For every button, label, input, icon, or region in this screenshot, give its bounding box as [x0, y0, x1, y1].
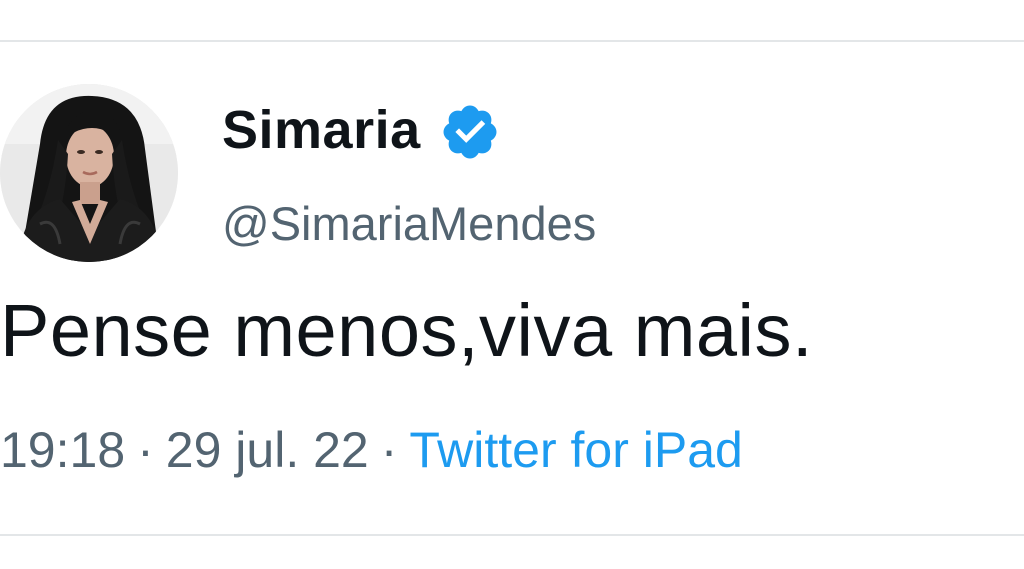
- verified-badge-icon: [439, 101, 501, 163]
- author-name-row: Simaria: [222, 98, 501, 162]
- tweet-meta: 19:18 · 29 jul. 22 · Twitter for iPad: [0, 421, 743, 479]
- meta-separator: ·: [137, 422, 154, 478]
- tweet-time[interactable]: 19:18: [0, 422, 125, 478]
- avatar-photo: [0, 84, 178, 262]
- divider-top: [0, 40, 1024, 42]
- tweet-date[interactable]: 29 jul. 22: [166, 422, 369, 478]
- meta-separator: ·: [380, 422, 398, 478]
- author-display-name[interactable]: Simaria: [222, 99, 421, 161]
- tweet-source-link[interactable]: Twitter for iPad: [409, 422, 742, 478]
- avatar[interactable]: [0, 84, 178, 262]
- author-handle[interactable]: @SimariaMendes: [222, 196, 596, 251]
- tweet-text: Pense menos,viva mais.: [0, 289, 814, 372]
- divider-bottom: [0, 534, 1024, 536]
- tweet-card: Simaria @SimariaMendes Pense menos,viva …: [0, 0, 1024, 569]
